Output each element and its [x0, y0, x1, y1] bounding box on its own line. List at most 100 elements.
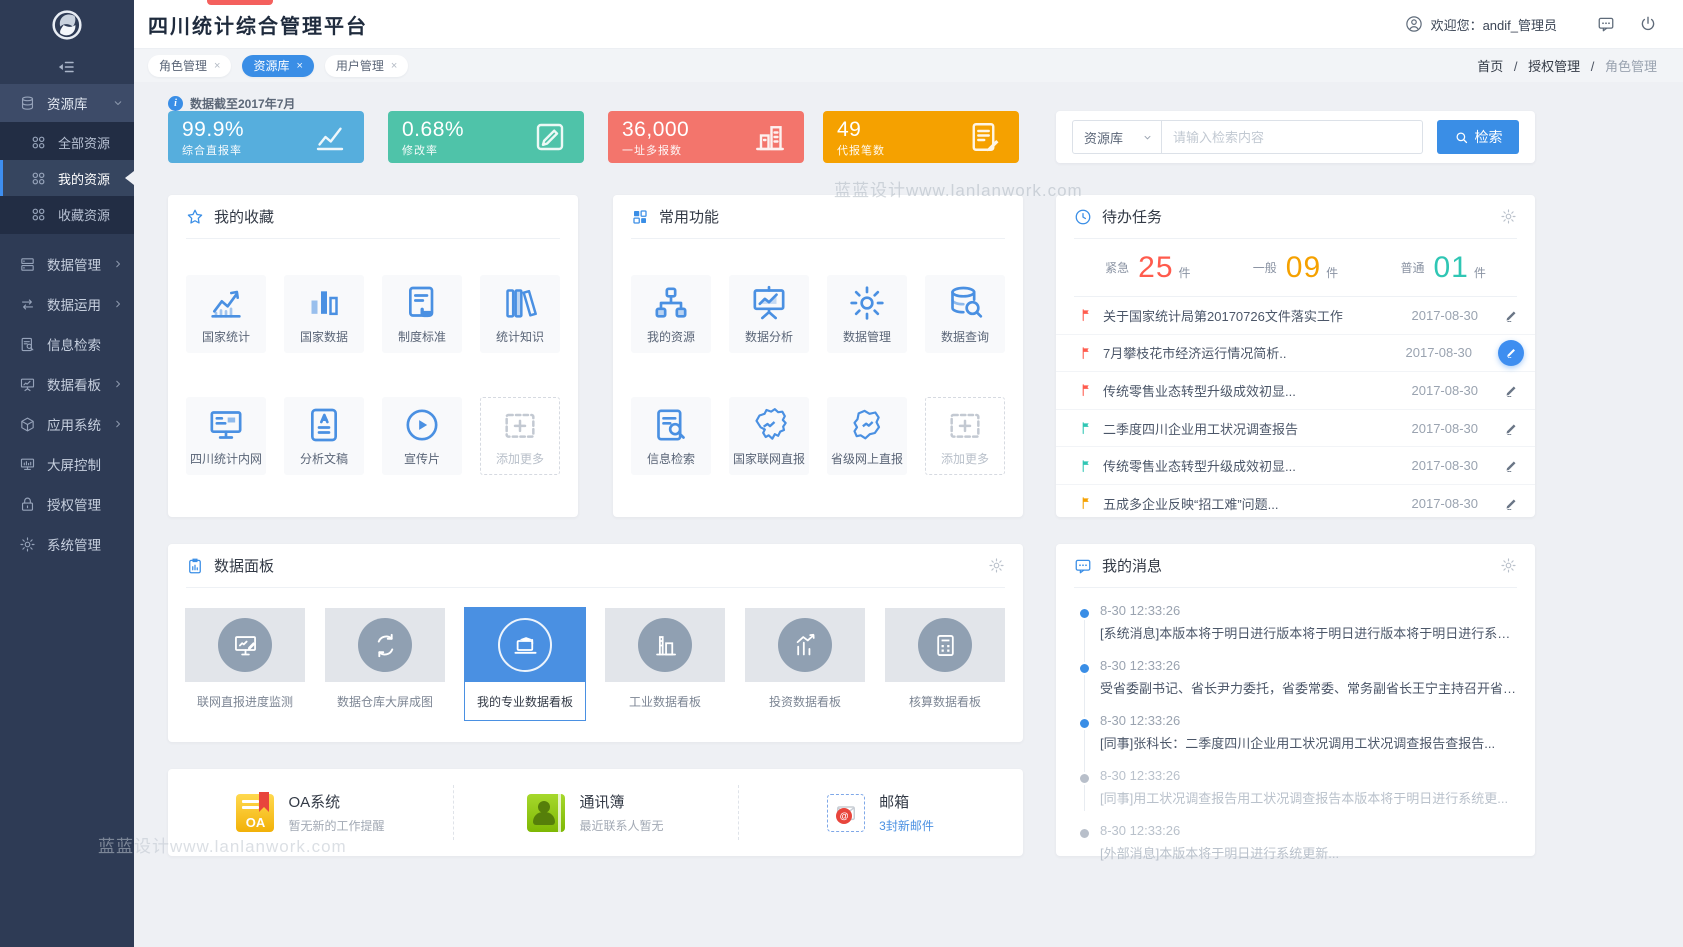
sidebar-item-label: 系统管理: [47, 534, 101, 554]
stat-card-modification-rate[interactable]: 0.68% 修改率: [388, 111, 584, 163]
tab-resource-library[interactable]: 资源库 ×: [242, 55, 313, 77]
tab-user-management[interactable]: 用户管理 ×: [325, 55, 408, 77]
edit-task-button[interactable]: [1504, 421, 1519, 436]
user-avatar-icon[interactable]: [1405, 15, 1423, 33]
function-item-my-resources[interactable]: 我的资源: [631, 275, 711, 353]
stat-card-proxy-report-count[interactable]: 49 代报笔数: [823, 111, 1019, 163]
favorite-add-more-button[interactable]: 添加更多: [480, 397, 560, 475]
sidebar-item-big-screen-control[interactable]: 大屏控制: [0, 444, 134, 484]
sidebar-item-favorite-resources[interactable]: 收藏资源: [0, 196, 134, 232]
count-value: 09: [1286, 253, 1321, 283]
gear-icon[interactable]: [1500, 208, 1517, 225]
search-button[interactable]: 检索: [1437, 120, 1519, 154]
stat-card-direct-report-rate[interactable]: 99.9% 综合直报率: [168, 111, 364, 163]
quick-link-address-book[interactable]: 通讯簿 最近联系人暂无: [453, 769, 738, 856]
favorite-item-national-statistics[interactable]: 国家统计: [186, 275, 266, 353]
message-bubble-icon[interactable]: [1597, 15, 1615, 33]
todo-count-common: 普通 01 件: [1400, 253, 1485, 283]
contacts-icon: [527, 794, 565, 832]
message-item[interactable]: 8-30 12:33:26 [同事]张科长：二季度四川企业用工状况调用工状况调查…: [1056, 705, 1535, 760]
task-row[interactable]: 五成多企业反映“招工难”问题... 2017-08-30: [1056, 485, 1535, 522]
close-icon[interactable]: ×: [296, 60, 302, 72]
count-value: 01: [1433, 253, 1468, 283]
task-row[interactable]: 关于国家统计局第20170726文件落实工作 2017-08-30: [1056, 297, 1535, 335]
gear-icon[interactable]: [1500, 557, 1517, 574]
message-item[interactable]: 8-30 12:33:26 [同事]用工状况调查报告用工状况调查报告本版本将于明…: [1056, 760, 1535, 815]
function-item-data-management[interactable]: 数据管理: [827, 275, 907, 353]
books-icon: [500, 283, 540, 323]
sidebar-collapse-button[interactable]: [0, 50, 134, 84]
favorite-item-system-standards[interactable]: 制度标准: [382, 275, 462, 353]
edit-task-button[interactable]: [1504, 383, 1519, 398]
function-item-data-analysis[interactable]: 数据分析: [729, 275, 809, 353]
sidebar-item-my-resources[interactable]: 我的资源: [0, 160, 134, 196]
power-logout-icon[interactable]: [1639, 15, 1657, 33]
function-item-data-query[interactable]: 数据查询: [925, 275, 1005, 353]
edit-task-button-active[interactable]: [1498, 340, 1524, 366]
favorite-item-analysis-documents[interactable]: 分析文稿: [284, 397, 364, 475]
sidebar-item-info-search[interactable]: 信息检索: [0, 324, 134, 364]
gear-icon[interactable]: [988, 557, 1005, 574]
sidebar-item-label: 全部资源: [58, 133, 110, 152]
tile-label: 数据管理: [843, 328, 891, 345]
dashboard-label: 数据仓库大屏成图: [325, 682, 445, 720]
task-row[interactable]: 二季度四川企业用工状况调查报告 2017-08-30: [1056, 410, 1535, 448]
task-title: 7月攀枝花市经济运行情况简析..: [1103, 343, 1394, 362]
database-icon: [19, 95, 36, 112]
dashboard-investment-data[interactable]: 投资数据看板: [745, 608, 865, 720]
edit-task-button[interactable]: [1504, 458, 1519, 473]
search-category-select[interactable]: 资源库: [1072, 120, 1162, 154]
dashboard-online-report-monitor[interactable]: 联网直报进度监测: [185, 608, 305, 720]
function-item-info-search[interactable]: 信息检索: [631, 397, 711, 475]
dashboard-label: 投资数据看板: [745, 682, 865, 720]
message-item[interactable]: 8-30 12:33:26 [系统消息]本版本将于明日进行版本将于明日进行版本将…: [1056, 595, 1535, 650]
edit-task-button[interactable]: [1504, 496, 1519, 511]
sidebar-item-all-resources[interactable]: 全部资源: [0, 124, 134, 160]
sidebar-item-authorization-management[interactable]: 授权管理: [0, 484, 134, 524]
dashboard-warehouse-screen[interactable]: 数据仓库大屏成图: [325, 608, 445, 720]
unread-dot-icon: [1078, 607, 1091, 620]
favorite-item-national-data[interactable]: 国家数据: [284, 275, 364, 353]
message-item[interactable]: 8-30 12:33:26 [外部消息]本版本将于明日进行系统更新...: [1056, 815, 1535, 870]
close-icon[interactable]: ×: [214, 60, 220, 72]
dashboard-accounting-data[interactable]: 核算数据看板: [885, 608, 1005, 720]
sidebar-item-resource-library[interactable]: 资源库: [0, 84, 134, 122]
task-date: 2017-08-30: [1412, 496, 1479, 511]
sidebar-main-items: 数据管理 数据运用 信息检索 数据看板: [0, 244, 134, 564]
breadcrumb-home[interactable]: 首页: [1477, 59, 1503, 74]
flag-icon: [1080, 308, 1094, 322]
function-item-provincial-online-report[interactable]: 省级网上直报: [827, 397, 907, 475]
message-time: 8-30 12:33:26: [1100, 658, 1517, 673]
sidebar-item-data-board[interactable]: 数据看板: [0, 364, 134, 404]
task-row[interactable]: 传统零售业态转型升级成效初显... 2017-08-30: [1056, 447, 1535, 485]
dashboard-industry-data[interactable]: 工业数据看板: [605, 608, 725, 720]
task-row[interactable]: 传统零售业态转型升级成效初显... 2017-08-30: [1056, 372, 1535, 410]
function-add-more-button[interactable]: 添加更多: [925, 397, 1005, 475]
app-logo[interactable]: [0, 0, 134, 50]
pencil-icon: [1504, 308, 1519, 323]
favorite-item-sichuan-intranet[interactable]: 四川统计内网: [186, 397, 266, 475]
quick-link-mailbox[interactable]: @ 邮箱 3封新邮件: [738, 769, 1023, 856]
close-icon[interactable]: ×: [391, 60, 397, 72]
collapse-menu-icon: [58, 58, 76, 76]
favorite-item-promo-video[interactable]: 宣传片: [382, 397, 462, 475]
function-item-national-online-report[interactable]: 国家联网直报: [729, 397, 809, 475]
stat-card-multi-report-count[interactable]: 36,000 一址多报数: [608, 111, 804, 163]
sidebar-item-data-application[interactable]: 数据运用: [0, 284, 134, 324]
sidebar-item-data-management[interactable]: 数据管理: [0, 244, 134, 284]
tab-role-management[interactable]: 角色管理 ×: [148, 55, 231, 77]
favorite-item-statistics-knowledge[interactable]: 统计知识: [480, 275, 560, 353]
message-item[interactable]: 8-30 12:33:26 受省委副书记、省长尹力委托，省委常委、常务副省长王宁…: [1056, 650, 1535, 705]
sidebar-item-system-management[interactable]: 系统管理: [0, 524, 134, 564]
breadcrumb-current: 角色管理: [1605, 59, 1657, 74]
todo-task-list: 关于国家统计局第20170726文件落实工作 2017-08-30 7月攀枝花市…: [1056, 297, 1535, 522]
breadcrumb-section[interactable]: 授权管理: [1528, 59, 1580, 74]
task-row[interactable]: 7月攀枝花市经济运行情况简析.. 2017-08-30: [1056, 335, 1535, 373]
tab-label: 资源库: [253, 57, 289, 74]
sidebar-item-application-system[interactable]: 应用系统: [0, 404, 134, 444]
quick-link-oa-system[interactable]: OA OA系统 暂无新的工作提醒: [168, 769, 453, 856]
search-input[interactable]: [1162, 120, 1423, 154]
dashboard-my-professional-data[interactable]: 我的专业数据看板: [465, 608, 585, 720]
read-dot-icon: [1078, 827, 1091, 840]
edit-task-button[interactable]: [1504, 308, 1519, 323]
